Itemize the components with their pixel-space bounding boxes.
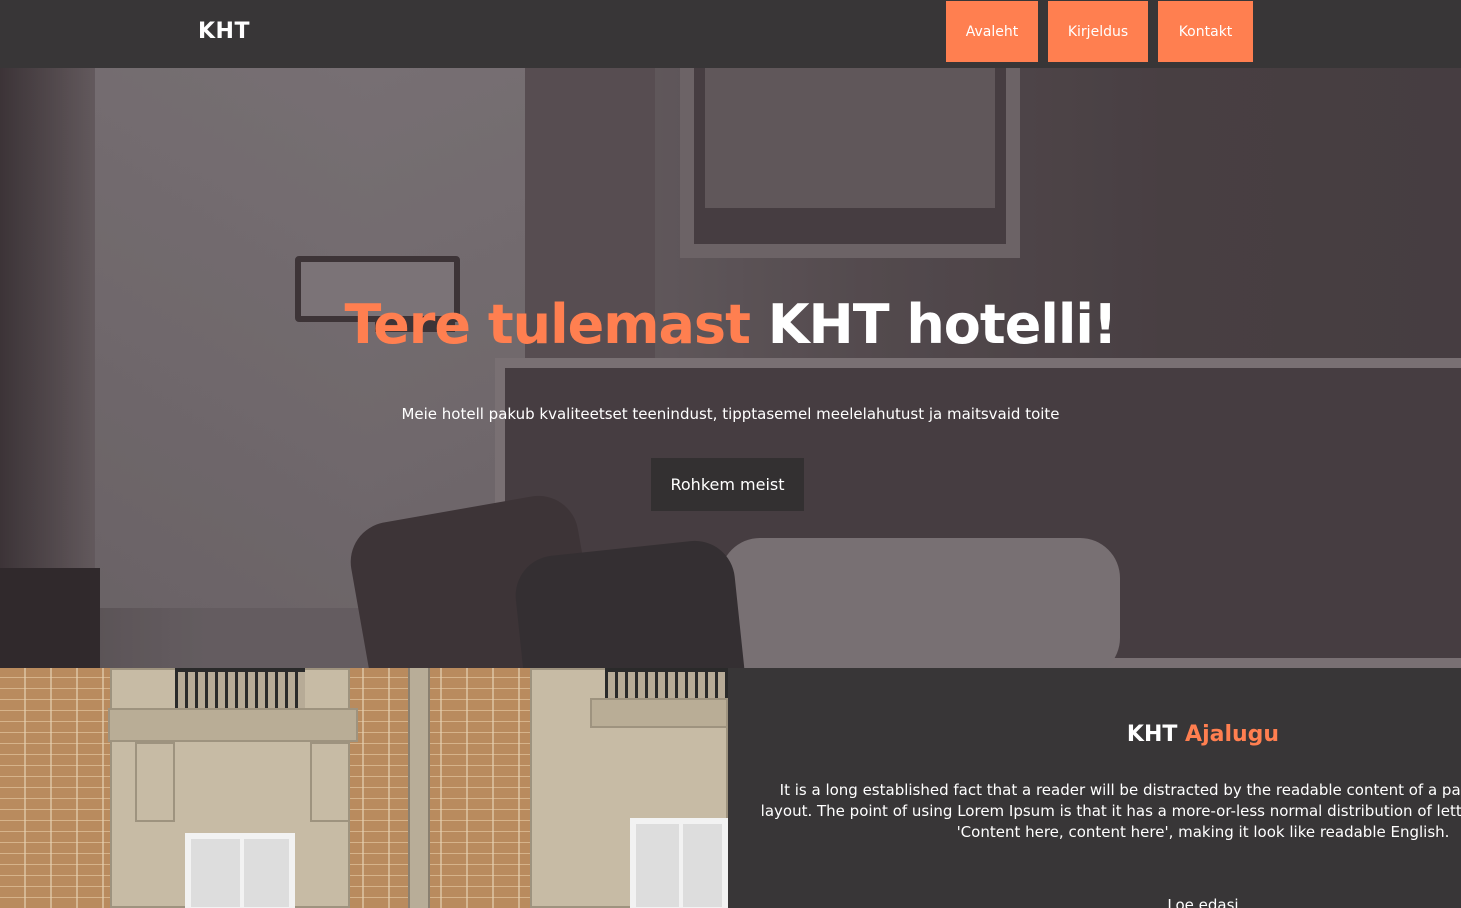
more-about-us-button[interactable]: Rohkem meist (651, 458, 804, 511)
hero-title-rest: KHT hotelli! (749, 293, 1118, 356)
hero-title-accent: Tere tulemast (344, 293, 750, 356)
nav-link-kontakt[interactable]: Kontakt (1158, 1, 1253, 62)
history-section: KHT Ajalugu It is a long established fac… (728, 668, 1461, 908)
history-title-accent: Ajalugu (1185, 722, 1280, 747)
read-more-link[interactable]: Loe edasi (728, 896, 1461, 908)
hero-title: Tere tulemast KHT hotelli! (0, 293, 1461, 356)
nav-link-kirjeldus[interactable]: Kirjeldus (1048, 1, 1148, 62)
history-building-image (0, 668, 728, 908)
nav-link-avaleht[interactable]: Avaleht (946, 1, 1038, 62)
hero-section: Tere tulemast KHT hotelli! Meie hotell p… (0, 68, 1461, 668)
history-paragraph: It is a long established fact that a rea… (760, 781, 1461, 841)
hero-subtitle: Meie hotell pakub kvaliteetset teenindus… (401, 405, 1060, 423)
site-logo[interactable]: KHT (198, 19, 250, 44)
navbar: KHT Avaleht Kirjeldus Kontakt (0, 0, 1461, 68)
history-title-main: KHT (1126, 722, 1186, 747)
history-title: KHT Ajalugu (728, 722, 1461, 747)
